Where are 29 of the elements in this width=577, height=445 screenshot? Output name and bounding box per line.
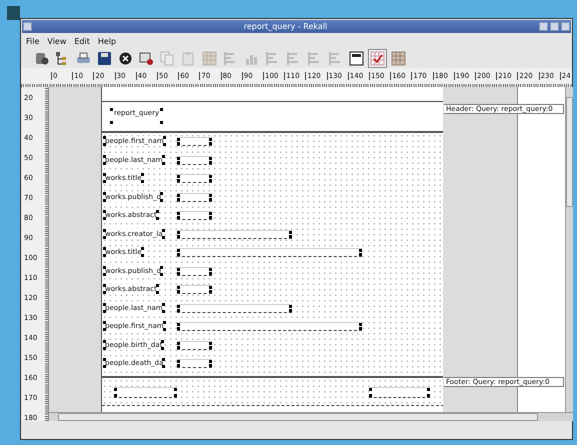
menu-item[interactable]: File [25,37,40,46]
field-box[interactable] [177,285,212,294]
save-icon[interactable] [95,49,114,68]
field-box[interactable] [177,340,212,350]
grid-icon[interactable] [389,49,408,68]
field-box[interactable] [177,137,212,146]
snap-grid-icon[interactable] [368,49,387,68]
desktop-tile [7,6,20,20]
field-box[interactable] [177,304,292,312]
field-box[interactable] [177,230,292,238]
field-box[interactable] [177,359,212,368]
horizontal-scrollbar[interactable] [49,412,573,421]
vertical-scrollbar[interactable] [565,87,573,412]
detail-section[interactable] [102,133,444,376]
window-title: report_query - Rekall [242,22,328,31]
menu-item[interactable]: View [46,37,68,46]
field-box[interactable] [177,322,362,331]
field-box[interactable] [177,174,212,183]
field-box[interactable] [114,387,177,398]
menu-item[interactable]: Help [96,37,118,46]
field-box[interactable] [177,248,362,257]
properties-icon[interactable] [347,49,366,68]
field-box[interactable] [177,211,212,220]
footer-section[interactable] [102,376,444,406]
field-box[interactable] [177,266,212,276]
menu-item[interactable]: Edit [73,37,91,46]
field-box[interactable] [369,387,430,398]
field-box[interactable] [177,192,212,202]
field-box[interactable] [177,156,212,164]
